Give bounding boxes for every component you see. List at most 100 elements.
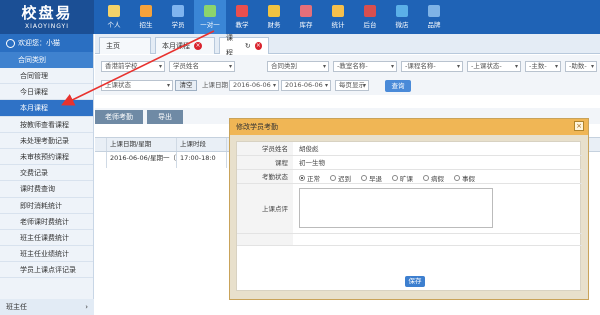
course-label: 课程 <box>237 156 293 169</box>
nav-item[interactable]: 学员 <box>162 0 194 34</box>
comment-label: 上课点评 <box>237 184 293 233</box>
nav-icon <box>236 5 248 17</box>
sidebar-item[interactable]: 今日课程 <box>0 84 93 101</box>
radio-label: 病假 <box>431 175 444 183</box>
query-button[interactable]: 查询 <box>385 80 411 92</box>
nav-label: 学员 <box>171 21 185 29</box>
sidebar-item[interactable]: 课时费查询 <box>0 181 93 198</box>
assistant-select[interactable]: -助数- <box>565 61 597 72</box>
course-select[interactable]: -课程名称- <box>401 61 463 72</box>
sidebar-item[interactable]: 老师课时费统计 <box>0 214 93 230</box>
sidebar-item[interactable]: 未处理考勤记录 <box>0 133 93 149</box>
nav-item[interactable]: 微店 <box>386 0 418 34</box>
tab-label: 本月课程 <box>162 41 190 50</box>
comment-textarea[interactable] <box>299 188 493 228</box>
status-select[interactable]: -上课状态- <box>467 61 521 72</box>
nav-item[interactable]: 财务 <box>258 0 290 34</box>
status-row: 考勤状态 正常 迟到 早退 旷课 病假 事假 <box>237 170 582 184</box>
student-label: 学员姓名 <box>237 142 293 155</box>
nav-label: 库存 <box>299 21 313 29</box>
header-cell-time: 上课时段 <box>177 138 227 151</box>
nav-item[interactable]: 招生 <box>130 0 162 34</box>
status-radio[interactable]: 迟到 <box>330 173 351 183</box>
radio-dot[interactable] <box>330 175 336 181</box>
spacer-row <box>237 234 582 246</box>
sidebar-items: 合同管理 今日课程 本月课程 按教师查看课程 未处理考勤记录 未审核预约课程 交费记录 课时费… <box>0 68 93 279</box>
sidebar-item[interactable]: 班主任业绩统计 <box>0 246 93 263</box>
sidebar-item[interactable]: 交费记录 <box>0 165 93 182</box>
status-radio[interactable]: 病假 <box>423 173 444 183</box>
sidebar-item[interactable]: 班主任课费统计 <box>0 230 93 247</box>
date-to-input[interactable]: 2016-06-06 <box>281 80 331 91</box>
refresh-icon[interactable]: ↻ <box>245 39 251 54</box>
radio-label: 迟到 <box>338 175 351 183</box>
nav-label: 招生 <box>139 21 153 29</box>
status-radio[interactable]: 正常 <box>299 173 320 183</box>
logo-cn: 校盘易 <box>21 4 73 22</box>
nav-item[interactable]: 统计 <box>322 0 354 34</box>
radio-dot[interactable] <box>361 175 367 181</box>
sidebar-item[interactable]: 即时消耗统计 <box>0 198 93 214</box>
sidebar-item[interactable]: 按教师查看课程 <box>0 117 93 133</box>
radio-label: 旷课 <box>400 175 413 183</box>
date-from-input[interactable]: 2016-06-06 <box>229 80 279 91</box>
contract-type-select[interactable]: 合同类别 <box>267 61 329 72</box>
status-radio[interactable]: 旷课 <box>392 173 413 183</box>
nav-icon <box>172 5 184 17</box>
row-checkbox[interactable] <box>95 152 107 168</box>
nav-icon <box>268 5 280 17</box>
nav-item[interactable]: 品牌 <box>418 0 450 34</box>
school-select[interactable]: 香港前学校 <box>101 61 165 72</box>
classroom-select[interactable]: -教室名称- <box>333 61 397 72</box>
export-button[interactable]: 导出 <box>147 110 183 124</box>
sidebar-item[interactable]: 本月课程 <box>0 100 93 117</box>
spacer-label <box>237 234 293 245</box>
tab-courses[interactable]: 课程 ↻ × <box>219 34 269 57</box>
nav-icon <box>108 5 120 17</box>
sidebar-item[interactable]: 合同管理 <box>0 68 93 85</box>
class-status-select[interactable]: 上课状态 <box>101 80 173 91</box>
teacher-attendance-button[interactable]: 老师考勤 <box>95 110 143 124</box>
nav-item[interactable]: 后台 <box>354 0 386 34</box>
main-teacher-select[interactable]: -主数- <box>525 61 561 72</box>
nav-item[interactable]: 教学 <box>226 0 258 34</box>
page-size-select[interactable]: 每页显示 <box>335 80 369 91</box>
nav-label: 后台 <box>363 21 377 29</box>
nav-icon <box>300 5 312 17</box>
header-cell-check <box>95 138 107 151</box>
close-icon[interactable]: × <box>254 42 262 50</box>
nav-item[interactable]: 一对一 <box>194 0 226 34</box>
nav-icon <box>428 5 440 17</box>
nav-label: 财务 <box>267 21 281 29</box>
user-icon <box>6 38 15 48</box>
student-name-select[interactable]: 学员姓名 <box>169 61 235 72</box>
radio-label: 早退 <box>369 175 382 183</box>
status-radio[interactable]: 事假 <box>454 173 475 183</box>
nav-icon <box>396 5 408 17</box>
top-bar: 校盘易 XIAOYINGYI 个人 招生 学员 一对一 教学 财务 库存 统计 后台 微店 品牌 <box>0 0 600 34</box>
nav-label: 微店 <box>395 21 409 29</box>
comment-row: 上课点评 <box>237 184 582 234</box>
tab-month-courses[interactable]: 本月课程 × <box>155 37 215 54</box>
radio-dot[interactable] <box>423 175 429 181</box>
clear-button[interactable]: 清空 <box>175 80 197 91</box>
close-icon[interactable]: × <box>194 42 202 50</box>
nav-label: 品牌 <box>427 21 441 29</box>
nav-item[interactable]: 库存 <box>290 0 322 34</box>
course-row: 课程 初一生物 <box>237 156 582 170</box>
status-radio[interactable]: 早退 <box>361 173 382 183</box>
student-value: 胡俊彪 <box>299 145 319 153</box>
nav-item[interactable]: 个人 <box>98 0 130 34</box>
sidebar-section-contract[interactable]: 合同类别 <box>0 52 93 68</box>
save-button[interactable]: 保存 <box>405 276 425 287</box>
row-time: 17:00-18:0 <box>177 152 227 168</box>
sidebar-footer-head-teacher[interactable]: 班主任 › <box>0 299 94 315</box>
radio-dot[interactable] <box>392 175 398 181</box>
sidebar-item[interactable]: 未审核预约课程 <box>0 149 93 166</box>
sidebar-item[interactable]: 学员上课点评记录 <box>0 262 93 279</box>
radio-dot[interactable] <box>454 175 460 181</box>
nav-icon <box>364 5 376 17</box>
radio-dot[interactable] <box>299 175 305 181</box>
close-icon[interactable]: × <box>574 121 584 131</box>
tab-home[interactable]: 主页 <box>99 37 151 54</box>
